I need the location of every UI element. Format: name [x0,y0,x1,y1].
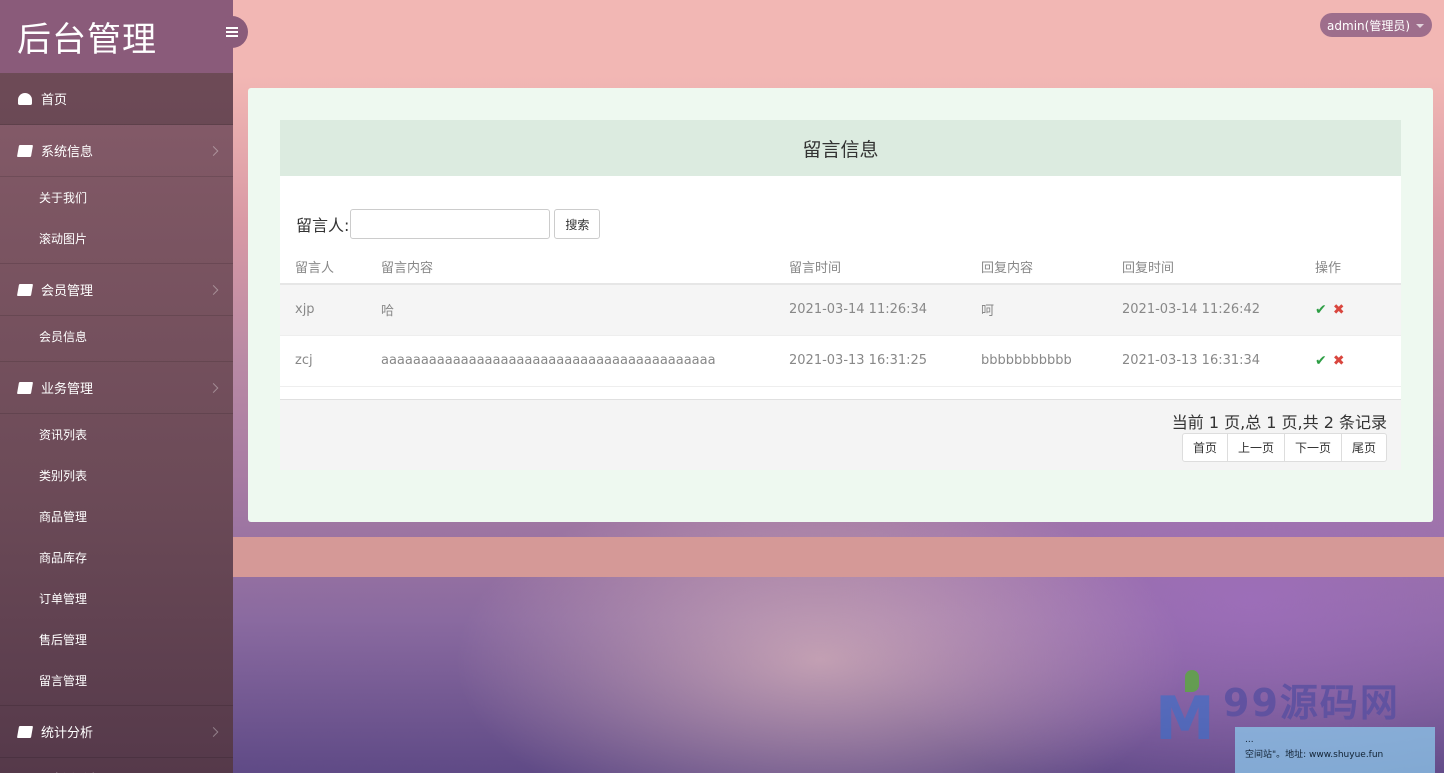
sidebar-item-category-list[interactable]: 类别列表 [0,455,233,496]
sidebar-group-statistics[interactable]: 统计分析 [0,706,233,758]
sidebar-item-label: 会员管理 [41,284,94,299]
content-panel: 留言信息 留言人: 搜索 留言人 留言内容 留言时间 回复内容 回复时间 操作 … [248,88,1433,522]
sidebar-item-news-list[interactable]: 资讯列表 [0,414,233,455]
cell-actions: ✔ ✖ [1300,335,1401,387]
sidebar-item-product-stock[interactable]: 商品库存 [0,537,233,578]
search-bar: 留言人: 搜索 [296,209,601,239]
pagination-area: 当前 1 页,总 1 页,共 2 条记录 首页 上一页 下一页 尾页 [280,399,1401,470]
search-button[interactable]: 搜索 [554,209,601,239]
pagination-summary: 当前 1 页,总 1 页,共 2 条记录 [1171,413,1387,432]
cell-reply-time: 2021-03-13 16:31:34 [1107,335,1300,387]
cell-content: aaaaaaaaaaaaaaaaaaaaaaaaaaaaaaaaaaaaaaaa… [366,335,774,387]
sidebar-item-label: 系统信息 [41,145,94,160]
table-header-row: 留言人 留言内容 留言时间 回复内容 回复时间 操作 [280,250,1401,285]
sidebar-item-label: 业务管理 [41,382,94,397]
column-header: 回复时间 [1107,250,1300,285]
cell-reply: bbbbbbbbbbb [966,335,1107,387]
next-page-button[interactable]: 下一页 [1283,433,1342,462]
watermark-notice-line1: ... [1245,735,1254,745]
watermark-notice: ... 空间站"。地址: www.shuyue.fun [1235,727,1435,773]
column-header: 回复内容 [966,250,1107,285]
cell-reply-time: 2021-03-14 11:26:42 [1107,284,1300,336]
cell-author: zcj [280,335,366,387]
cell-time: 2021-03-13 16:31:25 [774,335,966,387]
cell-content: 哈 [366,284,774,336]
submenu-members: 会员信息 [0,316,233,362]
sidebar-group-system-info[interactable]: 系统信息 [0,125,233,177]
sidebar-item-product-management[interactable]: 商品管理 [0,496,233,537]
column-header: 留言时间 [774,250,966,285]
chevron-right-icon [208,382,219,393]
watermark-logo: M 99源码网 [1155,670,1400,754]
watermark-text: 99源码网 [1223,681,1400,725]
cell-reply: 呵 [966,284,1107,336]
sidebar: 后台管理 首页 系统信息 关于我们 滚动图片 会员管理 会员信息 业务管理 资讯… [0,0,233,773]
sidebar-item-after-sales[interactable]: 售后管理 [0,619,233,660]
submenu-system-info: 关于我们 滚动图片 [0,177,233,264]
sidebar-group-members[interactable]: 会员管理 [0,264,233,316]
sidebar-item-customer-activity[interactable]: 顾客活跃度 [0,758,233,773]
book-icon [16,725,34,738]
book-icon [16,381,34,394]
column-header: 留言人 [280,250,366,285]
submenu-statistics: 顾客活跃度 [0,758,233,773]
watermark-letter: M [1155,684,1215,754]
sidebar-item-carousel-images[interactable]: 滚动图片 [0,218,233,259]
sidebar-item-home[interactable]: 首页 [0,73,233,125]
search-label: 留言人: [296,216,350,235]
table-row: zcj aaaaaaaaaaaaaaaaaaaaaaaaaaaaaaaaaaaa… [280,335,1401,387]
sidebar-toggle-button[interactable] [216,16,248,48]
message-card: 留言信息 留言人: 搜索 留言人 留言内容 留言时间 回复内容 回复时间 操作 … [280,120,1401,470]
sidebar-item-message-management[interactable]: 留言管理 [0,660,233,701]
chevron-right-icon [208,726,219,737]
cell-time: 2021-03-14 11:26:34 [774,284,966,336]
sidebar-item-about-us[interactable]: 关于我们 [0,177,233,218]
card-title: 留言信息 [280,120,1401,176]
watermark-notice-line2: 空间站"。地址: www.shuyue.fun [1245,750,1384,760]
sidebar-item-label: 统计分析 [41,726,94,741]
chevron-right-icon [208,145,219,156]
sidebar-item-order-management[interactable]: 订单管理 [0,578,233,619]
approve-icon[interactable]: ✔ [1315,353,1327,369]
user-name: admin(管理员) [1327,18,1410,33]
hamburger-icon [226,27,238,37]
delete-icon[interactable]: ✖ [1333,302,1345,318]
sidebar-item-label: 首页 [41,93,68,108]
cell-author: xjp [280,284,366,336]
sidebar-item-member-info[interactable]: 会员信息 [0,316,233,357]
brand: 后台管理 [0,0,233,73]
user-menu-button[interactable]: admin(管理员) [1320,13,1432,37]
search-input[interactable] [350,209,551,239]
sidebar-group-business[interactable]: 业务管理 [0,362,233,414]
book-icon [16,283,34,296]
top-bar: admin(管理员) [233,0,1444,73]
prev-page-button[interactable]: 上一页 [1226,433,1285,462]
cell-actions: ✔ ✖ [1300,284,1401,336]
column-header: 留言内容 [366,250,774,285]
background-band [233,537,1444,577]
pagination: 首页 上一页 下一页 尾页 [1181,433,1387,462]
column-header: 操作 [1300,250,1401,285]
last-page-button[interactable]: 尾页 [1340,433,1387,462]
dashboard-icon [18,92,32,105]
chevron-right-icon [208,284,219,295]
approve-icon[interactable]: ✔ [1315,302,1327,318]
sidebar-menu: 首页 系统信息 关于我们 滚动图片 会员管理 会员信息 业务管理 资讯列表 类别… [0,73,233,773]
delete-icon[interactable]: ✖ [1333,353,1345,369]
book-icon [16,144,34,157]
first-page-button[interactable]: 首页 [1181,433,1228,462]
submenu-business: 资讯列表 类别列表 商品管理 商品库存 订单管理 售后管理 留言管理 [0,414,233,706]
brand-title: 后台管理 [17,20,157,60]
table-row: xjp 哈 2021-03-14 11:26:34 呵 2021-03-14 1… [280,284,1401,336]
message-table: 留言人 留言内容 留言时间 回复内容 回复时间 操作 xjp 哈 2021-03… [280,250,1401,387]
caret-down-icon [1416,24,1424,28]
